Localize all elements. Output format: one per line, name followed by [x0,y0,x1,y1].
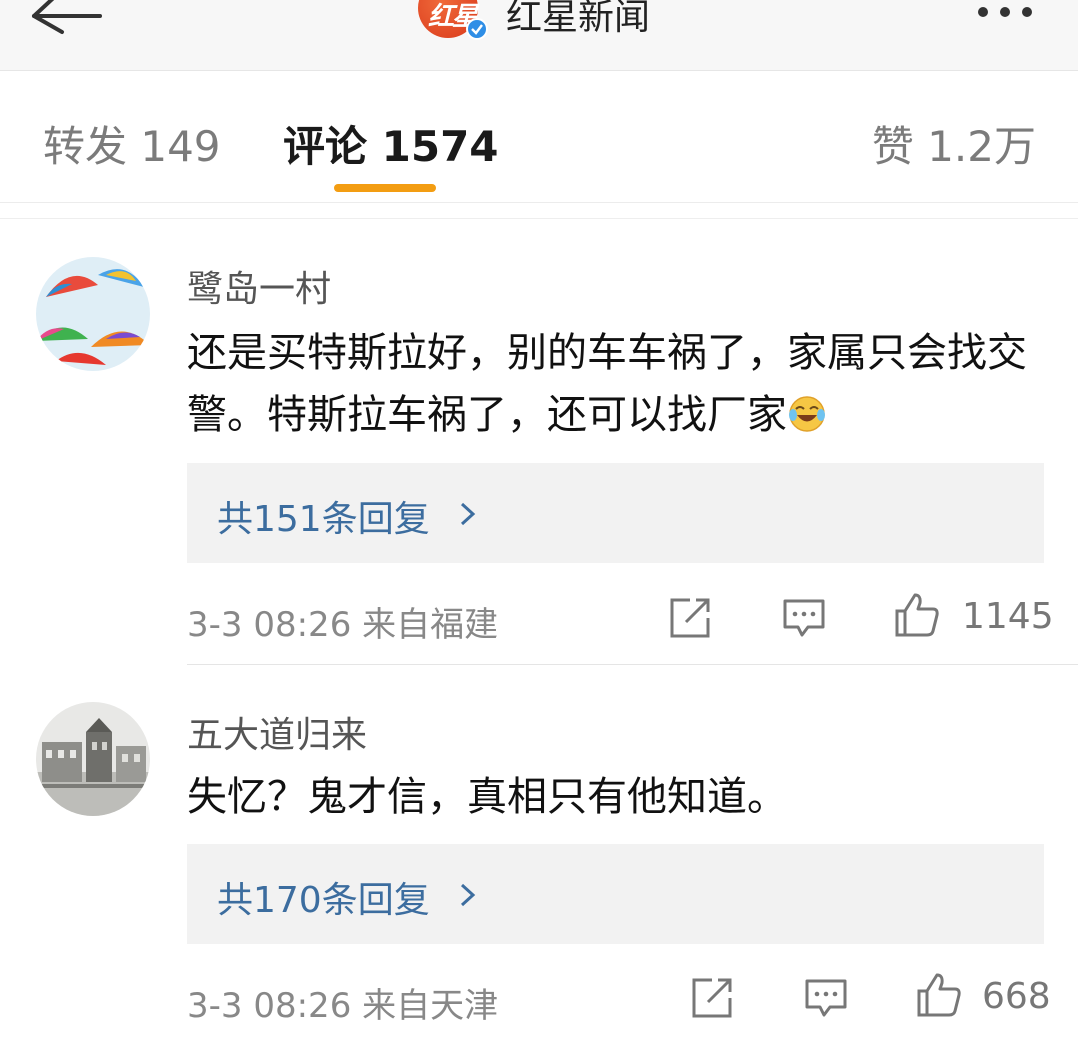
comment-icon[interactable] [782,596,826,640]
tab-reposts[interactable]: 转发 149 [43,113,221,174]
active-tab-indicator [334,184,436,192]
comment-text: 失忆？鬼才信，真相只有他知道。 [187,766,1057,828]
replies-box[interactable]: 共170条回复 [187,844,1044,944]
avatar[interactable] [36,702,150,816]
share-icon[interactable] [690,976,734,1020]
replies-link[interactable]: 共170条回复 [217,871,430,923]
replies-box[interactable]: 共151条回复 [187,463,1044,563]
tab-bar: 转发 149 评论 1574 赞 1.2万 [0,71,1078,203]
comment-body: 失忆？鬼才信，真相只有他知道。 [187,774,787,820]
divider [0,218,1078,219]
chevron-right-icon [460,502,476,526]
like-icon[interactable] [915,971,963,1019]
account-name[interactable]: 红星新闻 [506,0,650,40]
comment-username[interactable]: 鹭岛一村 [187,260,331,312]
back-arrow-icon[interactable] [28,0,108,36]
avatar[interactable] [36,257,150,371]
laugh-cry-emoji-icon [789,396,825,432]
top-bar: 红星 红星新闻 [0,0,1078,71]
like-count: 668 [982,976,1051,1017]
like-icon[interactable] [893,591,941,639]
chevron-right-icon [460,883,476,907]
comment-body: 还是买特斯拉好，别的车车祸了，家属只会找交警。特斯拉车祸了，还可以找厂家 [187,330,1027,438]
verified-badge-icon [466,18,488,40]
share-icon[interactable] [668,596,712,640]
comment-text: 还是买特斯拉好，别的车车祸了，家属只会找交警。特斯拉车祸了，还可以找厂家 [187,322,1057,446]
replies-link[interactable]: 共151条回复 [217,490,430,542]
comment-icon[interactable] [804,976,848,1020]
comment-meta: 3-3 08:26 来自福建 [187,605,499,645]
divider [187,664,1078,665]
comment-meta: 3-3 08:26 来自天津 [187,986,499,1026]
like-count: 1145 [962,596,1054,637]
comment-username[interactable]: 五大道归来 [187,706,367,758]
more-options-icon[interactable] [978,2,1048,17]
tab-comments[interactable]: 评论 1574 [283,113,499,174]
tab-likes[interactable]: 赞 1.2万 [872,113,1036,174]
